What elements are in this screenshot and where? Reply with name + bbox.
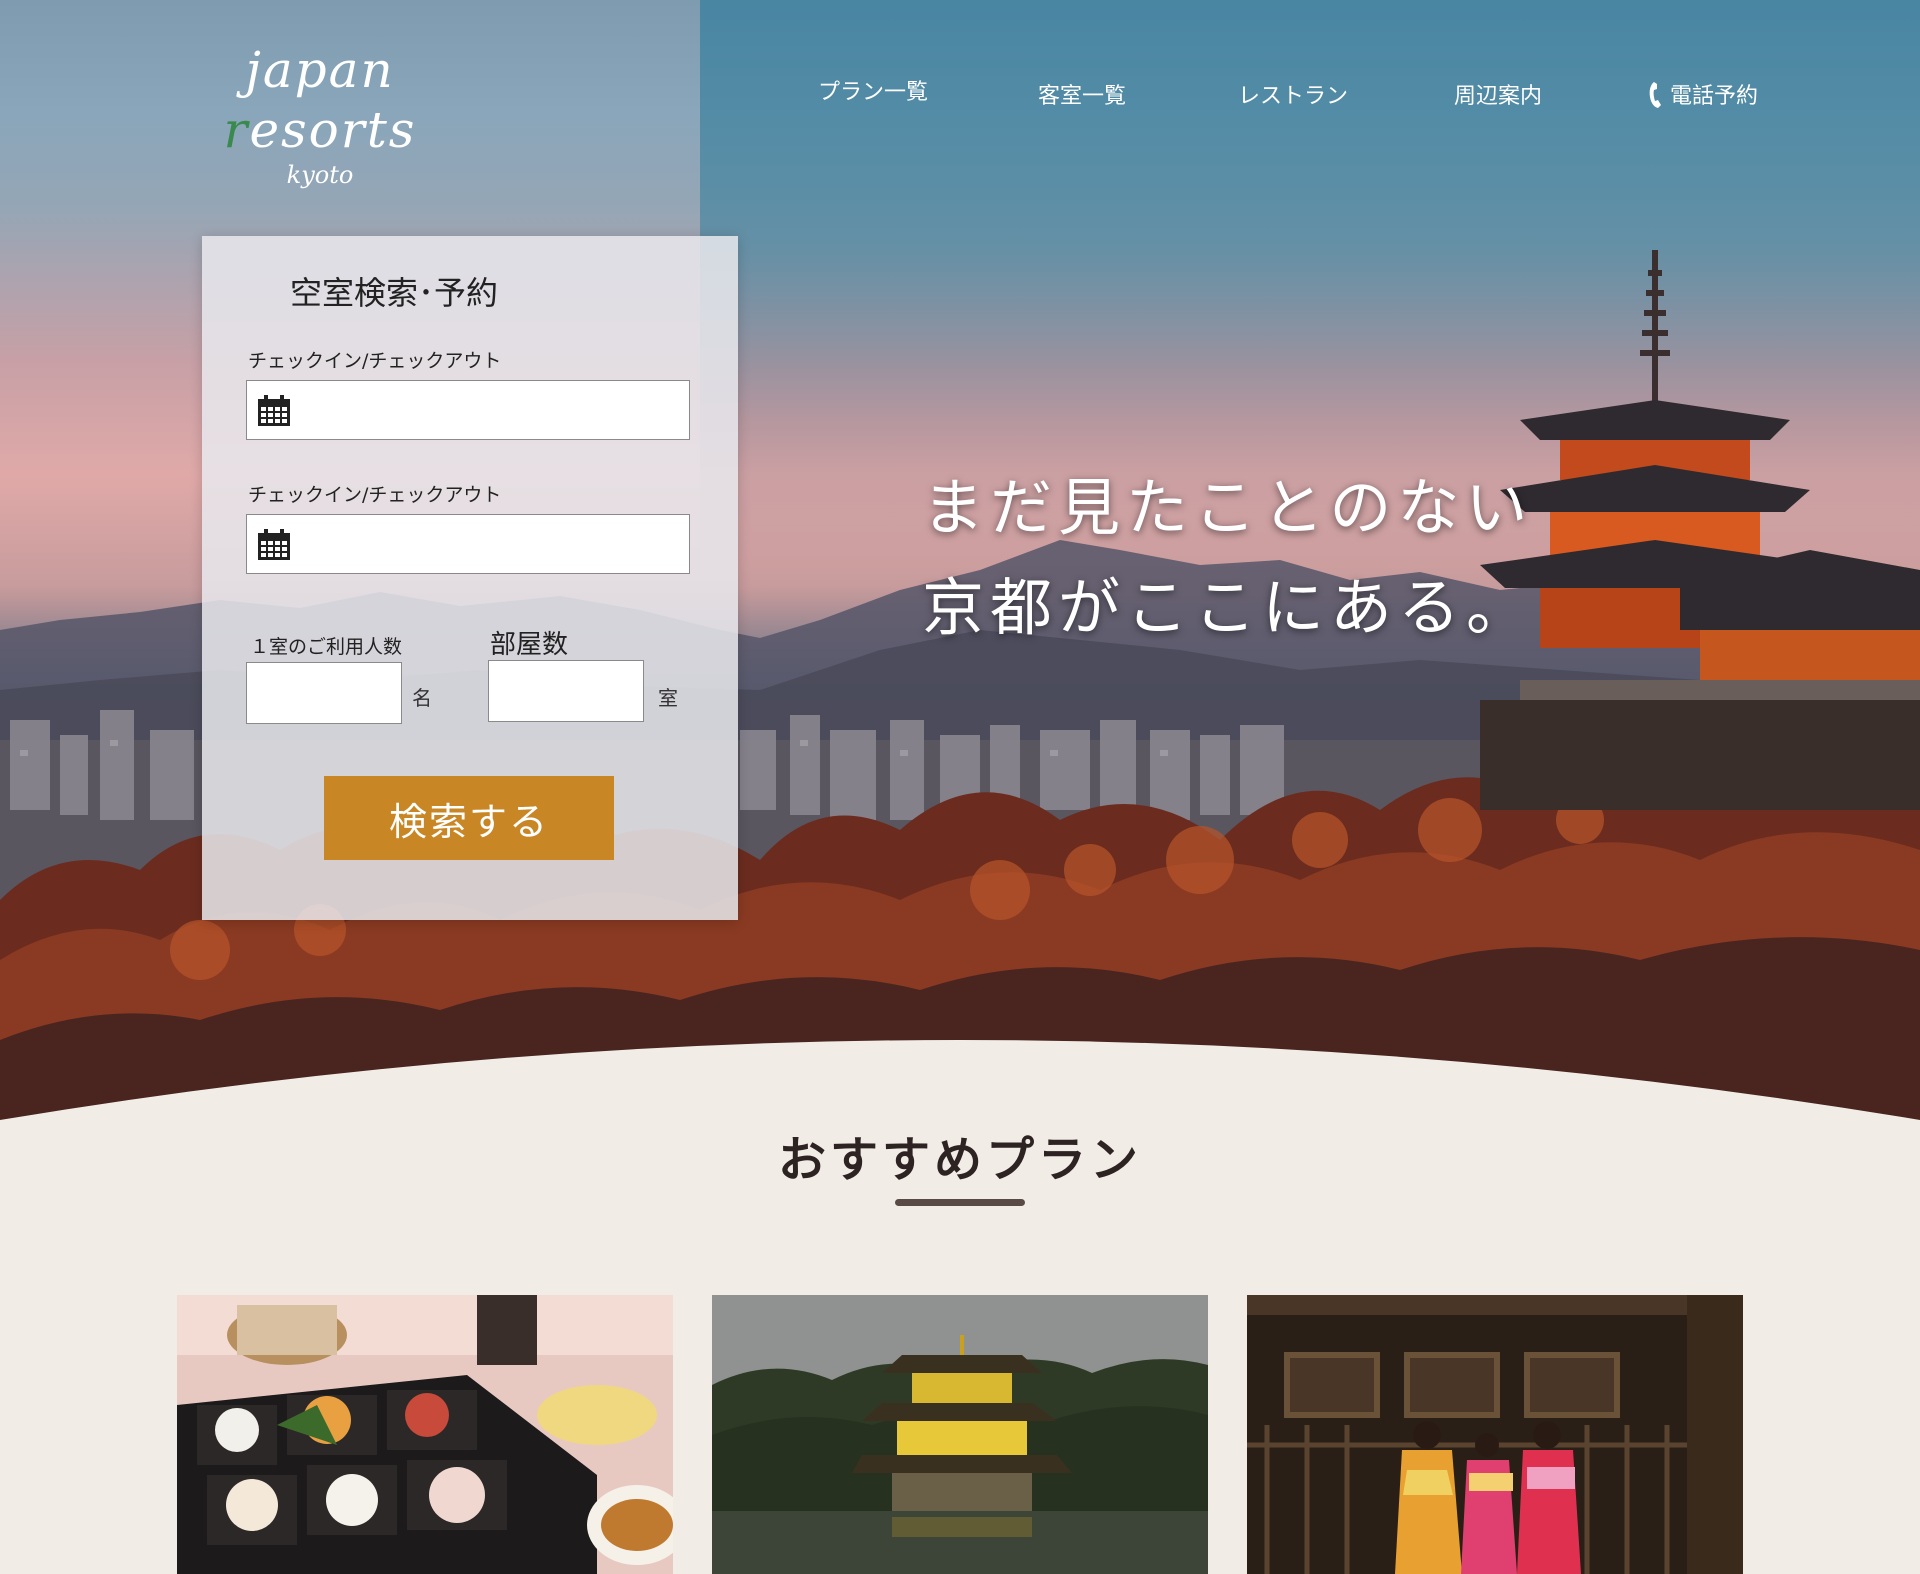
recommended-plans-title: おすすめプラン (777, 1132, 1142, 1188)
plan-card-kinkakuji[interactable] (712, 1295, 1208, 1574)
rooms-label: 部屋数 (490, 630, 569, 660)
hero-tagline: まだ見たことのない 京都がここにある。 (922, 458, 1534, 658)
nav-phone-booking[interactable]: 電話予約 (1648, 78, 1758, 110)
plan-card-kaiseki[interactable] (177, 1295, 673, 1574)
room-search-panel: 空室検索･予約 チェックイン/チェックアウト チェックイン/チェックアウト １室… (202, 236, 738, 920)
kinkakuji-golden-pavilion-photo (712, 1295, 1208, 1574)
checkout-label: チェックイン/チェックアウト (248, 484, 502, 506)
nav-phone-label: 電話予約 (1670, 84, 1759, 109)
search-submit-button[interactable]: 検索する (324, 776, 614, 860)
hero-tagline-line2: 京都がここにある。 (922, 571, 1535, 644)
kimono-women-photo (1247, 1295, 1743, 1574)
site-logo[interactable]: japan resorts kyoto (160, 40, 480, 190)
calendar-icon (258, 529, 290, 560)
main-nav: プラン一覧 客室一覧 レストラン 周辺案内 電話予約 (0, 74, 1920, 114)
plan-card-kimono[interactable] (1247, 1295, 1743, 1574)
guests-label: １室のご利用人数 (250, 636, 403, 658)
nav-restaurant[interactable]: レストラン (1238, 78, 1348, 110)
pagoda-illustration (1480, 250, 1920, 810)
hero-tagline-line1: まだ見たことのない (922, 471, 1534, 544)
hero-bottom-curve (0, 1040, 1920, 1130)
kaiseki-bento-photo (177, 1295, 673, 1574)
logo-subtitle: kyoto (286, 161, 354, 189)
guests-unit: 名 (412, 686, 432, 710)
title-underline (895, 1199, 1025, 1206)
search-panel-title: 空室検索･予約 (290, 274, 499, 312)
nav-rooms[interactable]: 客室一覧 (1038, 78, 1126, 110)
rooms-unit: 室 (658, 686, 678, 710)
nav-plans[interactable]: プラン一覧 (818, 74, 928, 106)
checkin-label: チェックイン/チェックアウト (248, 350, 502, 372)
checkout-date-field[interactable] (246, 514, 690, 574)
nav-area-guide[interactable]: 周辺案内 (1454, 78, 1542, 110)
rooms-input[interactable] (488, 660, 644, 722)
checkin-date-field[interactable] (246, 380, 690, 440)
calendar-icon (258, 395, 290, 426)
guests-input[interactable] (246, 662, 402, 724)
phone-icon (1649, 82, 1661, 108)
